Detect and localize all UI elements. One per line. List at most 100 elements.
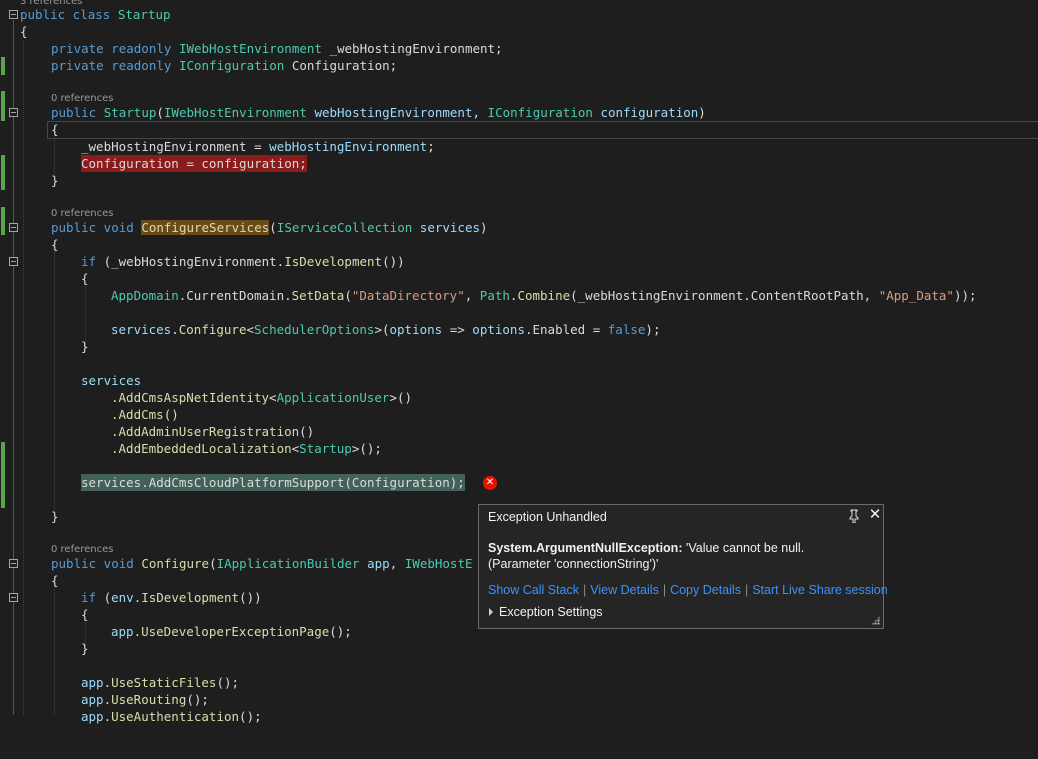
code-line[interactable]: if (_webHostingEnvironment.IsDevelopment… — [0, 253, 1038, 270]
brace: { — [81, 271, 89, 286]
code-editor[interactable]: 3 references 0 references 0 references 0… — [0, 0, 1038, 724]
brace: } — [51, 509, 59, 524]
method-name: .AddEmbeddedLocalization — [111, 441, 292, 456]
brace: { — [51, 122, 59, 137]
exception-type: System.ArgumentNullException: — [488, 541, 683, 555]
parameter: options — [472, 322, 525, 337]
code-line[interactable]: private readonly IConfiguration Configur… — [0, 57, 1038, 74]
type-name: SchedulerOptions — [254, 322, 375, 337]
code-line[interactable]: .AddCms() — [0, 406, 1038, 423]
method-name: Configure — [178, 322, 247, 337]
resize-grip-icon[interactable] — [871, 616, 880, 625]
code-line[interactable]: } — [0, 338, 1038, 355]
parameter: configuration — [600, 105, 699, 120]
pin-icon[interactable] — [848, 509, 860, 524]
method-name: .AddCms — [111, 407, 164, 422]
code-line[interactable]: AppDomain.CurrentDomain.SetData("DataDir… — [0, 287, 1038, 304]
keyword: if — [81, 590, 97, 605]
brace: { — [81, 607, 89, 622]
code-line[interactable]: services.Configure<SchedulerOptions>(opt… — [0, 321, 1038, 338]
code-line[interactable]: app.UseRouting(); — [0, 691, 1038, 708]
method-name: .AddCmsAspNetIdentity — [111, 390, 270, 405]
code-line[interactable]: .AddEmbeddedLocalization<Startup>(); — [0, 440, 1038, 457]
type-name: IWebHostEnvironment — [178, 41, 322, 56]
error-icon[interactable]: ✕ — [483, 476, 497, 490]
brace: { — [51, 573, 59, 588]
keyword: public class — [20, 7, 111, 22]
keyword: private readonly — [51, 58, 172, 73]
exception-title: Exception Unhandled — [488, 510, 607, 524]
code-line[interactable]: public Startup(IWebHostEnvironment webHo… — [0, 104, 1038, 121]
brace: } — [81, 339, 89, 354]
exception-message: System.ArgumentNullException: 'Value can… — [488, 540, 868, 572]
parameter: app — [81, 709, 104, 724]
method-name: SetData — [291, 288, 345, 303]
parameter: services — [419, 220, 481, 235]
copy-details-link[interactable]: Copy Details — [670, 583, 741, 597]
keyword: public void — [51, 556, 134, 571]
type-name: IWebHostE — [404, 556, 473, 571]
exception-actions: Show Call Stack | View Details | Copy Detail… — [488, 583, 888, 597]
type-name: IApplicationBuilder — [216, 556, 360, 571]
method-name: .UseDeveloperExceptionPage — [133, 624, 330, 639]
parameter: app — [81, 692, 104, 707]
method-name: .UseStaticFiles — [103, 675, 217, 690]
type-name: IServiceCollection — [276, 220, 413, 235]
keyword: if — [81, 254, 97, 269]
code-line[interactable]: _webHostingEnvironment = webHostingEnvir… — [0, 138, 1038, 155]
type-name: Path — [479, 288, 510, 303]
show-call-stack-link[interactable]: Show Call Stack — [488, 583, 579, 597]
code-line[interactable]: private readonly IWebHostEnvironment _we… — [0, 40, 1038, 57]
brace: { — [20, 24, 28, 39]
error-statement-highlight: Configuration = configuration; — [81, 155, 307, 172]
code-line[interactable]: services — [0, 372, 1038, 389]
start-live-share-link[interactable]: Start Live Share session — [752, 583, 888, 597]
code-line[interactable]: } — [0, 640, 1038, 657]
expand-triangle-icon — [489, 608, 493, 616]
method-name: Startup — [103, 105, 157, 120]
brace: } — [81, 641, 89, 656]
code-line[interactable]: { — [0, 236, 1038, 253]
code-line[interactable]: public class Startup — [0, 6, 1038, 23]
code-line[interactable]: .AddCmsAspNetIdentity<ApplicationUser>() — [0, 389, 1038, 406]
parameter: webHostingEnvironment — [269, 139, 428, 154]
code-line[interactable]: { — [0, 121, 1038, 138]
statement: _webHostingEnvironment = — [81, 139, 270, 154]
method-name: Configure — [141, 556, 210, 571]
keyword: false — [607, 322, 646, 337]
method-name: .IsDevelopment — [133, 590, 240, 605]
type-name: Startup — [299, 441, 352, 456]
code-line[interactable]: { — [0, 270, 1038, 287]
parameter: app — [367, 556, 390, 571]
class-name: Startup — [117, 7, 171, 22]
type-name: IConfiguration — [178, 58, 285, 73]
string-literal: "App_Data" — [878, 288, 954, 303]
exception-settings-label: Exception Settings — [499, 605, 603, 619]
keyword: public — [51, 105, 97, 120]
keyword: public void — [51, 220, 134, 235]
method-name: .UseRouting — [103, 692, 187, 707]
next-statement-highlight: services.AddCmsCloudPlatformSupport(Conf… — [81, 474, 465, 491]
type-name: AppDomain — [111, 288, 179, 303]
parameter: env — [111, 590, 134, 605]
parameter: app — [111, 624, 134, 639]
method-name: Combine — [517, 288, 571, 303]
code-line[interactable]: } — [0, 172, 1038, 189]
method-name: IsDevelopment — [284, 254, 383, 269]
type-name: IWebHostEnvironment — [163, 105, 307, 120]
parameter: app — [81, 675, 104, 690]
code-line[interactable]: Configuration = configuration; — [0, 155, 1038, 172]
string-literal: "DataDirectory" — [351, 288, 465, 303]
view-details-link[interactable]: View Details — [590, 583, 659, 597]
exception-settings-expander[interactable]: Exception Settings — [488, 605, 603, 619]
code-line[interactable]: services.AddCmsCloudPlatformSupport(Conf… — [0, 474, 1038, 491]
code-line[interactable]: public void ConfigureServices(IServiceCo… — [0, 219, 1038, 236]
code-line[interactable]: .AddAdminUserRegistration() — [0, 423, 1038, 440]
field-name: _webHostingEnvironment; — [321, 41, 503, 56]
code-line[interactable]: app.UseAuthentication(); — [0, 708, 1038, 725]
parameter: services — [81, 373, 142, 388]
code-line[interactable]: { — [0, 23, 1038, 40]
code-line[interactable]: app.UseStaticFiles(); — [0, 674, 1038, 691]
type-name: IConfiguration — [487, 105, 593, 120]
close-icon[interactable]: ✕ — [868, 507, 882, 523]
